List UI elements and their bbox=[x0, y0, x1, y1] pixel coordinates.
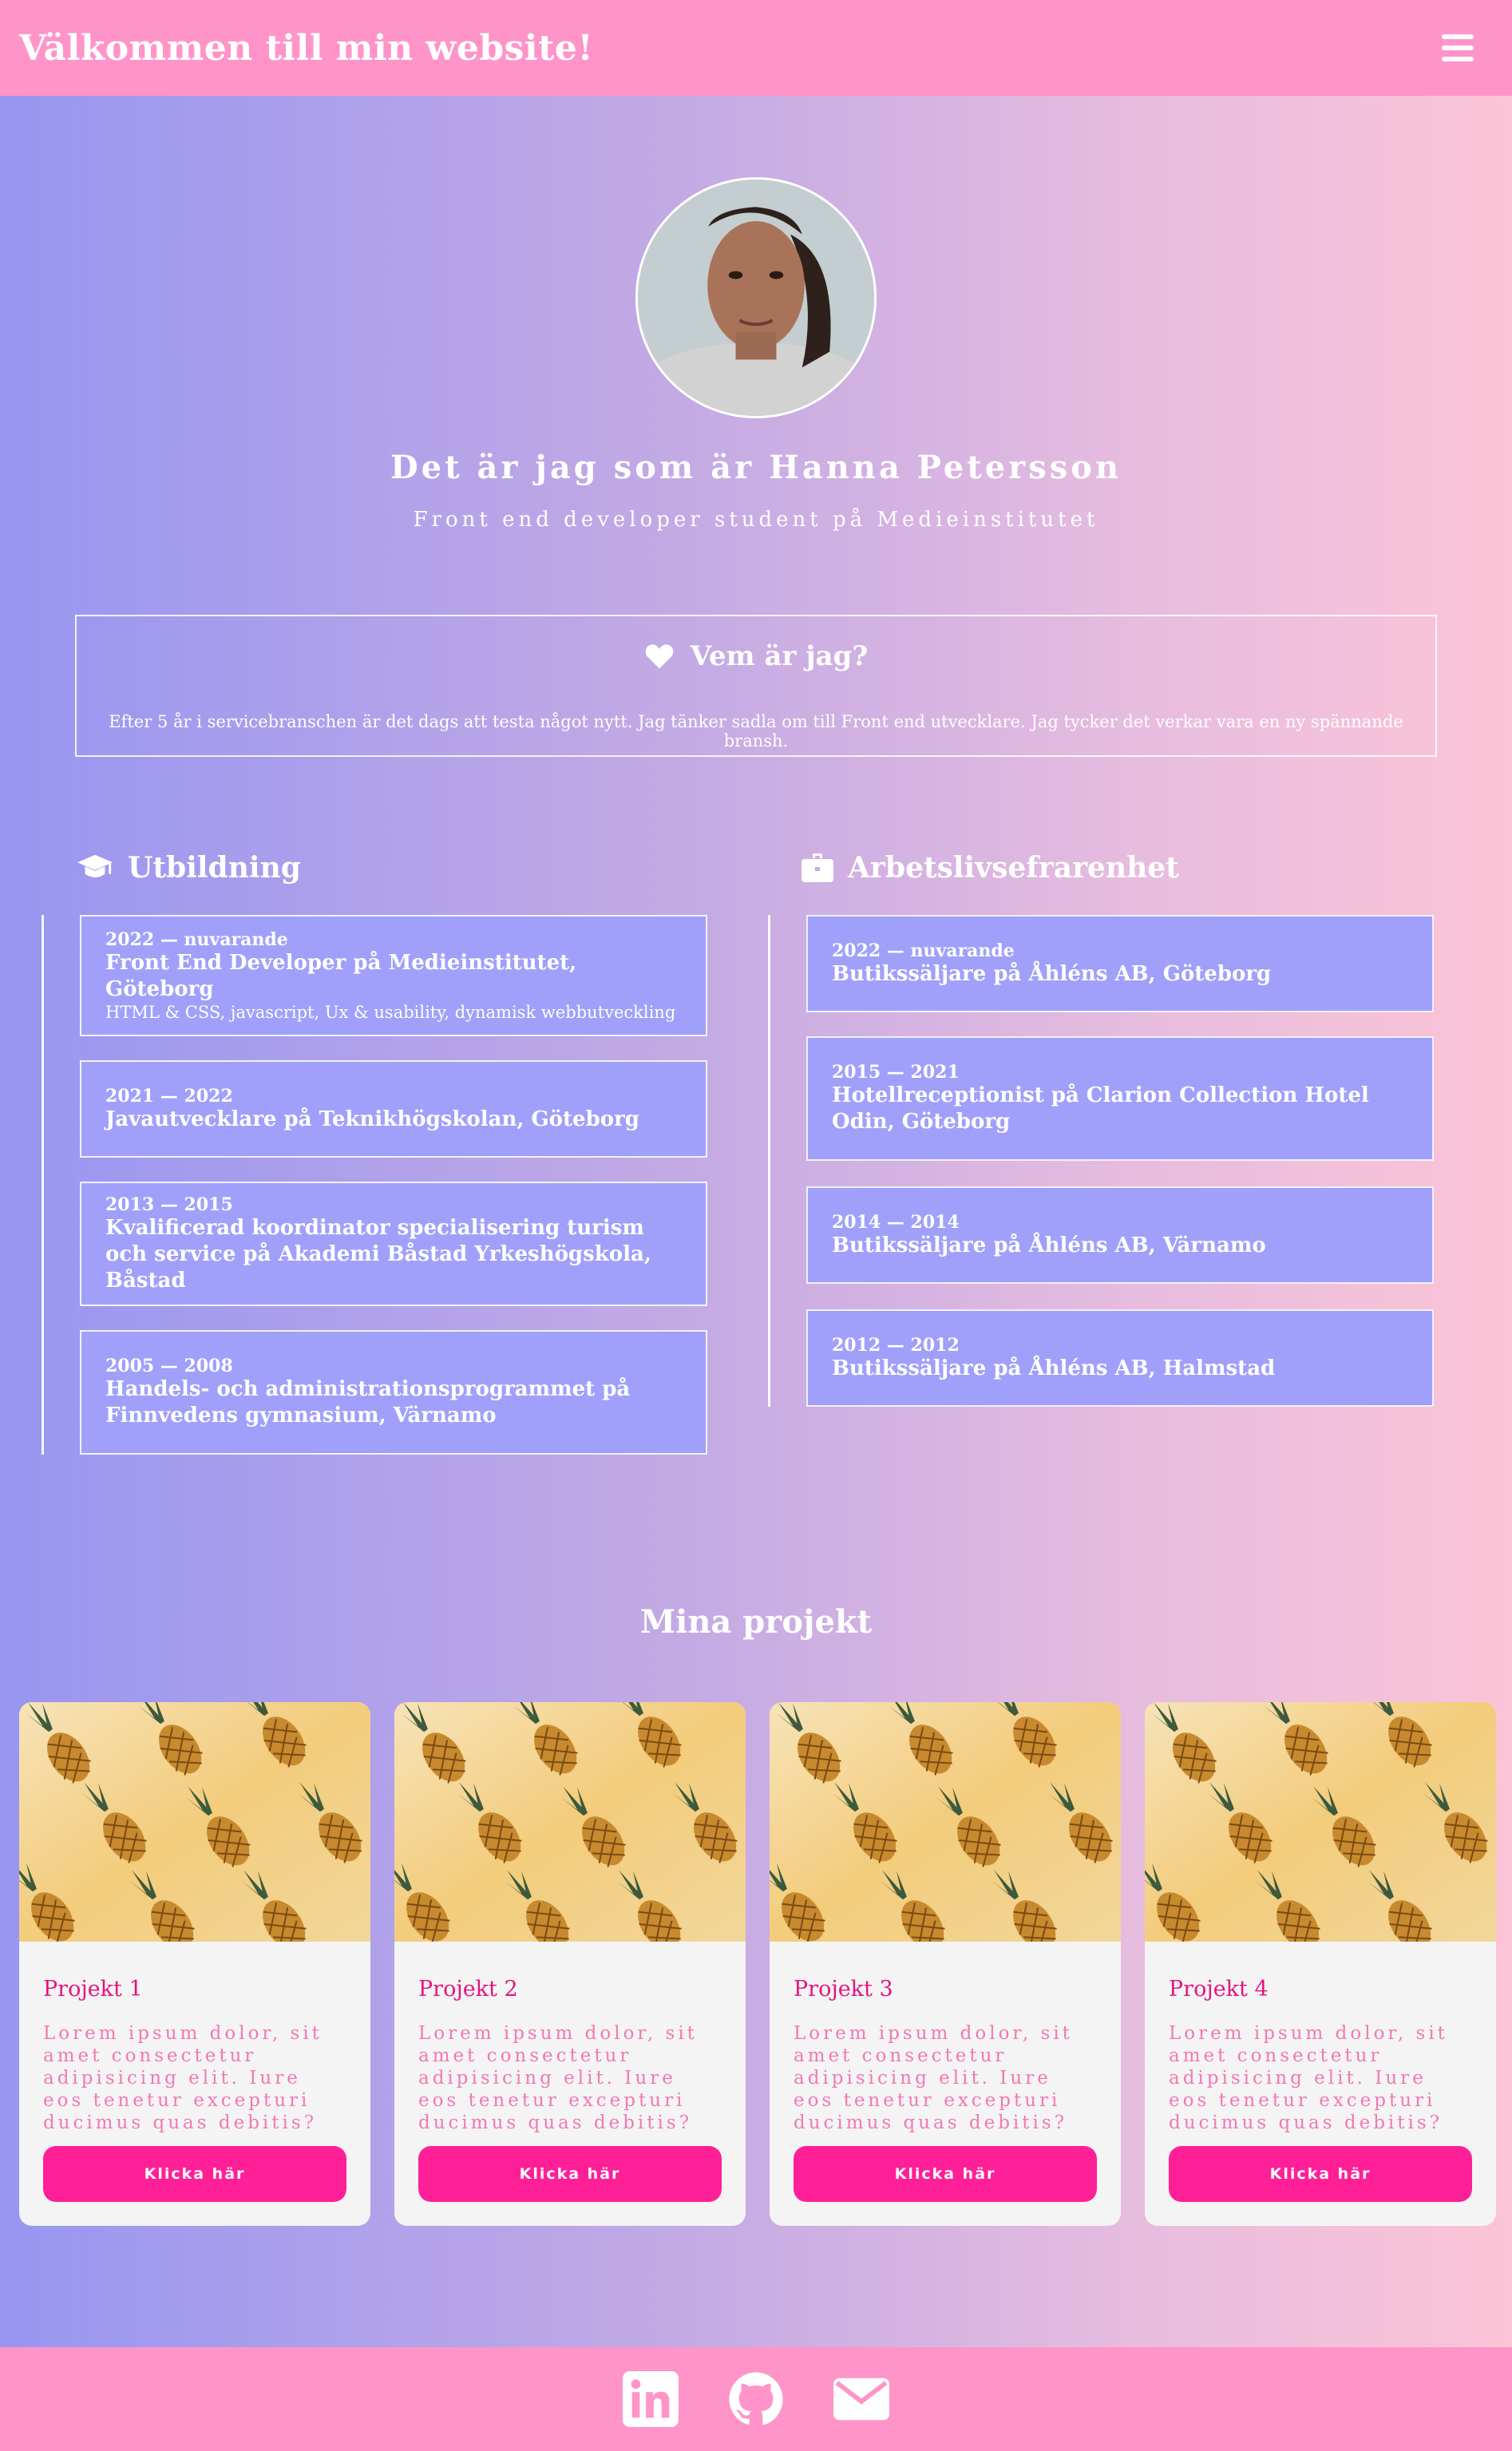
site-header: Välkommen till min website! bbox=[0, 0, 1512, 96]
entry-date: 2015 — 2021 bbox=[832, 1062, 960, 1083]
project-image bbox=[394, 1702, 746, 1942]
project-card: Projekt 4 Lorem ipsum dolor, sit amet co… bbox=[1145, 1702, 1496, 2226]
education-entry: 2022 — nuvarande Front End Developer på … bbox=[80, 915, 707, 1036]
project-button[interactable]: Klicka här bbox=[794, 2146, 1097, 2202]
entry-date: 2022 — nuvarande bbox=[105, 929, 288, 950]
project-card: Projekt 2 Lorem ipsum dolor, sit amet co… bbox=[394, 1702, 746, 2226]
project-button[interactable]: Klicka här bbox=[418, 2146, 722, 2202]
projects-heading: Mina projekt bbox=[639, 1603, 873, 1641]
github-icon[interactable] bbox=[728, 2371, 784, 2427]
profile-role: Front end developer student på Medieinst… bbox=[413, 508, 1099, 532]
project-card: Projekt 1 Lorem ipsum dolor, sit amet co… bbox=[19, 1702, 370, 2226]
project-text: Lorem ipsum dolor, sit amet consectetur … bbox=[1169, 2023, 1448, 2133]
education-timeline-line bbox=[42, 915, 44, 1455]
work-timeline-line bbox=[768, 915, 770, 1407]
work-heading-text: Arbetslivsefrarenhet bbox=[848, 851, 1179, 885]
entry-title: Handels- och administrationsprogrammet p… bbox=[105, 1377, 631, 1427]
entry-date: 2013 — 2015 bbox=[105, 1194, 233, 1215]
education-entry: 2005 — 2008 Handels- och administrations… bbox=[80, 1330, 707, 1455]
entry-title: Butikssäljare på Åhléns AB, Värnamo bbox=[832, 1233, 1266, 1257]
envelope-icon[interactable] bbox=[833, 2371, 889, 2427]
entry-title: Front End Developer på Medieinstitutet, … bbox=[105, 951, 577, 1001]
project-text: Lorem ipsum dolor, sit amet consectetur … bbox=[418, 2023, 698, 2133]
project-title: Projekt 2 bbox=[418, 1977, 518, 2002]
project-image bbox=[19, 1702, 370, 1942]
about-text: Efter 5 år i servicebranschen är det dag… bbox=[109, 712, 1403, 750]
site-footer bbox=[0, 2347, 1512, 2451]
about-section: Vem är jag? Efter 5 år i servicebransche… bbox=[75, 615, 1437, 757]
work-entry: 2014 — 2014 Butikssäljare på Åhléns AB, … bbox=[806, 1186, 1434, 1284]
entry-date: 2021 — 2022 bbox=[105, 1085, 233, 1107]
project-text: Lorem ipsum dolor, sit amet consectetur … bbox=[794, 2023, 1073, 2133]
briefcase-icon bbox=[802, 853, 833, 882]
entry-date: 2014 — 2014 bbox=[832, 1211, 960, 1233]
graduation-cap-icon bbox=[77, 854, 113, 877]
project-text: Lorem ipsum dolor, sit amet consectetur … bbox=[43, 2023, 323, 2133]
project-button[interactable]: Klicka här bbox=[1169, 2146, 1472, 2202]
site-title: Välkommen till min website! bbox=[19, 27, 594, 69]
entry-date: 2012 — 2012 bbox=[832, 1334, 960, 1356]
heart-icon bbox=[645, 644, 673, 669]
project-image bbox=[1145, 1702, 1496, 1942]
entry-title: Kvalificerad koordinator specialisering … bbox=[105, 1215, 651, 1293]
education-heading-text: Utbildning bbox=[128, 851, 301, 885]
linkedin-icon[interactable] bbox=[623, 2371, 679, 2427]
education-heading: Utbildning bbox=[77, 851, 301, 885]
entry-date: 2005 — 2008 bbox=[105, 1356, 233, 1376]
hamburger-icon[interactable] bbox=[1442, 34, 1474, 61]
work-entry: 2022 — nuvarande Butikssäljare på Åhléns… bbox=[806, 915, 1434, 1012]
project-title: Projekt 4 bbox=[1169, 1977, 1269, 2002]
project-card: Projekt 3 Lorem ipsum dolor, sit amet co… bbox=[770, 1702, 1121, 2226]
profile-name: Det är jag som är Hanna Petersson bbox=[390, 449, 1122, 486]
entry-date: 2022 — nuvarande bbox=[832, 940, 1015, 961]
entry-title: Hotellreceptionist på Clarion Collection… bbox=[832, 1083, 1369, 1134]
project-image bbox=[770, 1702, 1121, 1942]
about-heading: Vem är jag? bbox=[77, 640, 1435, 672]
project-title: Projekt 3 bbox=[794, 1977, 893, 2002]
project-button[interactable]: Klicka här bbox=[43, 2146, 346, 2202]
project-title: Projekt 1 bbox=[43, 1977, 143, 2002]
education-entry: 2021 — 2022 Javautvecklare på Teknikhögs… bbox=[80, 1060, 707, 1158]
profile-photo bbox=[635, 177, 877, 418]
work-entry: 2012 — 2012 Butikssäljare på Åhléns AB, … bbox=[806, 1309, 1434, 1407]
entry-title: Butikssäljare på Åhléns AB, Göteborg bbox=[832, 961, 1272, 986]
work-heading: Arbetslivsefrarenhet bbox=[802, 851, 1179, 885]
education-entry: 2013 — 2015 Kvalificerad koordinator spe… bbox=[80, 1182, 707, 1306]
entry-desc: HTML & CSS, javascript, Ux & usability, … bbox=[105, 1003, 676, 1022]
entry-title: Javautvecklare på Teknikhögskolan, Göteb… bbox=[105, 1107, 639, 1131]
entry-title: Butikssäljare på Åhléns AB, Halmstad bbox=[832, 1356, 1276, 1380]
work-entry: 2015 — 2021 Hotellreceptionist på Clario… bbox=[806, 1036, 1434, 1161]
about-heading-text: Vem är jag? bbox=[690, 640, 869, 672]
